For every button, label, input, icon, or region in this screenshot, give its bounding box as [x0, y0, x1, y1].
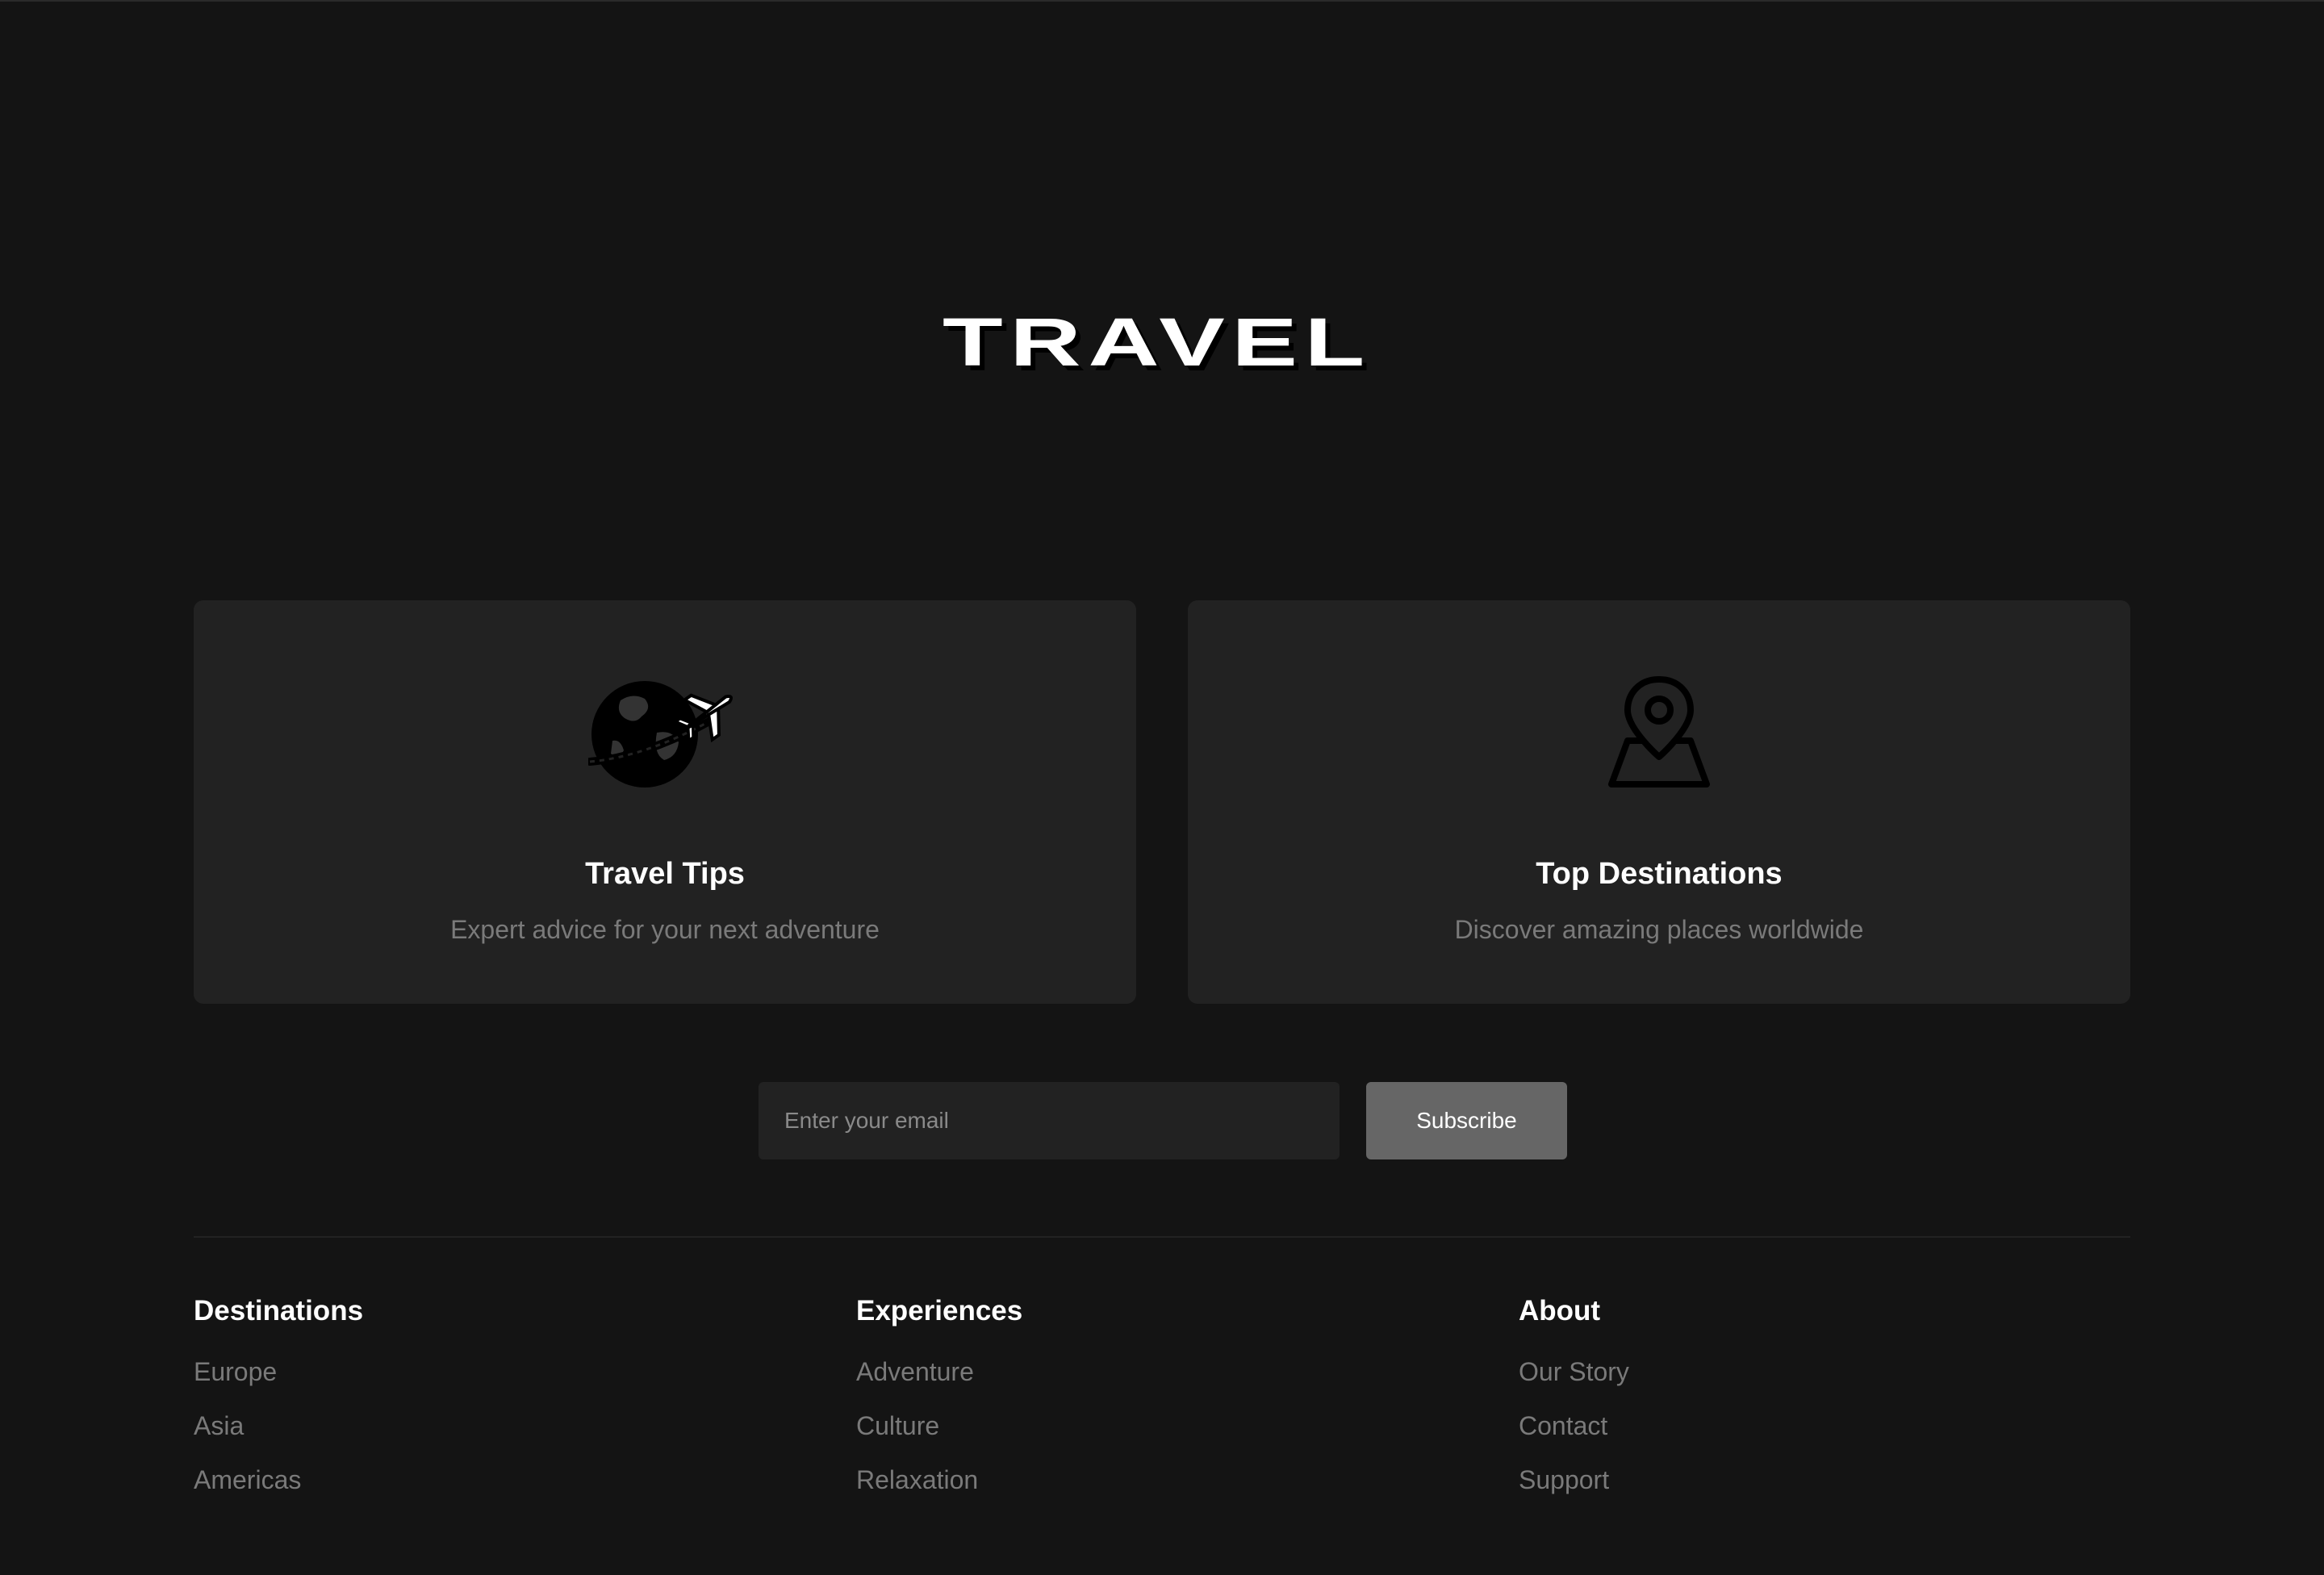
footer-divider — [194, 1236, 2130, 1238]
footer-link-adventure[interactable]: Adventure — [856, 1356, 1421, 1388]
footer-link-americas[interactable]: Americas — [194, 1464, 759, 1496]
feature-cards: Travel Tips Expert advice for your next … — [194, 600, 2130, 1004]
footer-heading: About — [1519, 1295, 1601, 1326]
footer-heading: Destinations — [194, 1295, 364, 1326]
card-title: Travel Tips — [585, 857, 745, 891]
footer-links: Adventure Culture Relaxation — [856, 1356, 1421, 1496]
footer-link-contact[interactable]: Contact — [1519, 1410, 2084, 1442]
page: TRAVEL TRAVEL Travel Tips Expert advice … — [0, 0, 2324, 1575]
footer-links: Our Story Contact Support — [1519, 1356, 2084, 1496]
footer-column-about: About Our Story Contact Support — [1519, 1291, 2084, 1518]
newsletter-form: Subscribe — [759, 1082, 1567, 1159]
email-input[interactable] — [759, 1082, 1340, 1159]
subscribe-button[interactable]: Subscribe — [1366, 1082, 1567, 1159]
card-title: Top Destinations — [1536, 857, 1783, 891]
footer-link-relaxation[interactable]: Relaxation — [856, 1464, 1421, 1496]
footer-links: Europe Asia Americas — [194, 1356, 759, 1496]
card-description: Discover amazing places worldwide — [1454, 915, 1864, 944]
footer-column-experiences: Experiences Adventure Culture Relaxation — [856, 1291, 1421, 1518]
top-border — [0, 0, 2324, 2]
footer-column-destinations: Destinations Europe Asia Americas — [194, 1291, 759, 1518]
footer-link-culture[interactable]: Culture — [856, 1410, 1421, 1442]
card-description: Expert advice for your next adventure — [450, 915, 880, 944]
footer-heading: Experiences — [856, 1295, 1023, 1326]
globe-airplane-icon — [194, 676, 1136, 789]
travel-tips-card[interactable]: Travel Tips Expert advice for your next … — [194, 600, 1136, 1004]
top-destinations-card[interactable]: Top Destinations Discover amazing places… — [1188, 600, 2130, 1004]
footer-link-support[interactable]: Support — [1519, 1464, 2084, 1496]
footer-link-asia[interactable]: Asia — [194, 1410, 759, 1442]
footer-link-europe[interactable]: Europe — [194, 1356, 759, 1388]
travel-logo[interactable]: TRAVEL TRAVEL — [936, 307, 1388, 387]
map-pin-icon — [1188, 676, 2130, 789]
footer-link-our-story[interactable]: Our Story — [1519, 1356, 2084, 1388]
logo-text: TRAVEL — [943, 307, 1372, 380]
